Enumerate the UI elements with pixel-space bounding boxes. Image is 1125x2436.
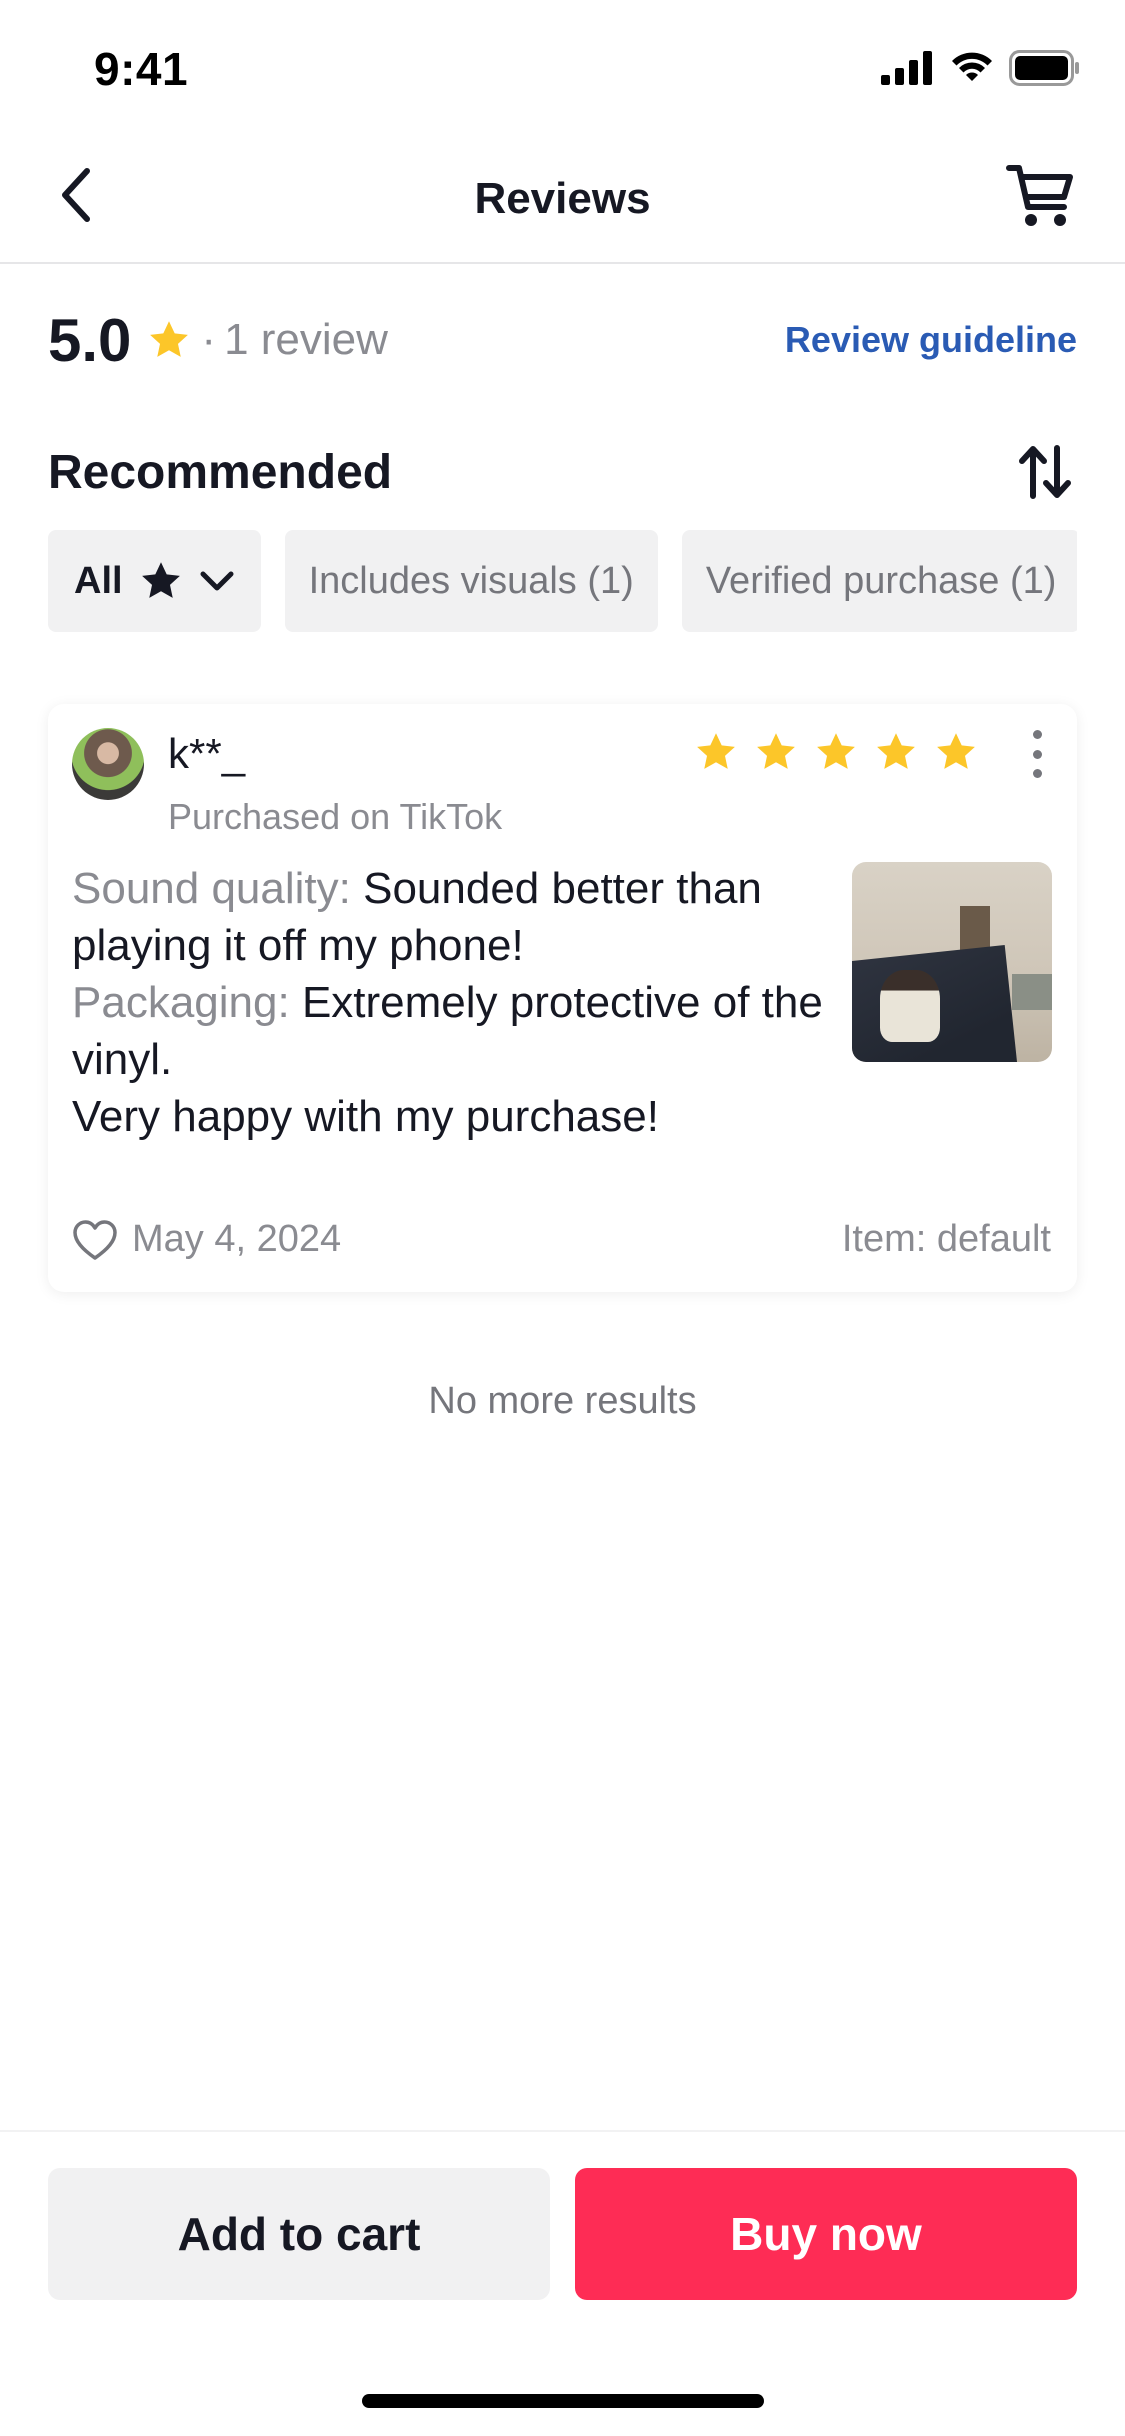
- review-card: k**_ Purchased on TikTok Sound quality: …: [48, 704, 1077, 1292]
- review-line-text: Very happy with my purchase!: [72, 1092, 659, 1141]
- sort-icon: [1019, 445, 1071, 499]
- sort-title: Recommended: [48, 445, 393, 499]
- no-more-results: No more results: [428, 1380, 697, 1422]
- review-line-label: Sound quality:: [72, 864, 351, 913]
- review-count: 1 review: [224, 315, 388, 364]
- filter-chip-label: All: [74, 559, 123, 602]
- reviewer-name: k**_: [168, 730, 246, 777]
- status-bar: 9:41: [0, 0, 1125, 130]
- page-title: Reviews: [474, 174, 651, 223]
- signal-icon: [881, 51, 932, 85]
- bottom-action-bar: Add to cart Buy now: [0, 2130, 1125, 2436]
- filter-chips: All Includes visuals (1) Verified purcha…: [48, 530, 1077, 632]
- more-options-button[interactable]: [1025, 730, 1049, 778]
- filter-chip-visuals[interactable]: Includes visuals (1): [284, 530, 658, 632]
- review-line: Packaging: Extremely protective of the v…: [72, 974, 832, 1088]
- cart-icon: [1006, 165, 1073, 226]
- chevron-down-icon: [200, 571, 234, 591]
- star-icon: [697, 733, 735, 769]
- home-indicator: [362, 2394, 764, 2408]
- review-line-label: Packaging:: [72, 978, 290, 1027]
- rating-summary: 5.0 · 1 review Review guideline: [48, 300, 1077, 380]
- filter-chip-verified[interactable]: Verified purchase (1): [681, 530, 1077, 632]
- review-variant: Item: default: [841, 1218, 1051, 1260]
- review-guideline-link[interactable]: Review guideline: [785, 319, 1077, 361]
- purchase-source: Purchased on TikTok: [168, 796, 503, 837]
- buy-now-button[interactable]: Buy now: [575, 2168, 1077, 2300]
- star-icon: [817, 733, 855, 769]
- sort-row: Recommended: [48, 440, 1077, 504]
- rating-score: 5.0: [48, 306, 132, 374]
- heart-icon: [73, 1219, 117, 1260]
- cart-button[interactable]: [1001, 158, 1081, 234]
- like-button[interactable]: May 4, 2024: [72, 1218, 341, 1261]
- review-rating: [694, 730, 978, 774]
- star-icon: [150, 321, 189, 357]
- review-line: Sound quality: Sounded better than playi…: [72, 860, 832, 974]
- review-text: Sound quality: Sounded better than playi…: [72, 860, 832, 1145]
- more-icon: [1032, 730, 1042, 739]
- filter-chip-all[interactable]: All: [48, 530, 261, 632]
- star-icon: [141, 562, 180, 598]
- avatar[interactable]: [72, 728, 144, 800]
- rating-separator: ·: [201, 315, 217, 364]
- star-icon: [757, 733, 795, 769]
- status-time: 9:41: [94, 43, 189, 95]
- wifi-icon: [952, 52, 992, 81]
- battery-icon: [1009, 50, 1079, 86]
- review-line: Very happy with my purchase!: [72, 1088, 832, 1145]
- nav-bar: Reviews: [0, 130, 1125, 264]
- star-icon: [937, 733, 975, 769]
- status-icons: [881, 48, 1081, 88]
- star-icon: [877, 733, 915, 769]
- review-date: May 4, 2024: [132, 1218, 342, 1260]
- sort-button[interactable]: [1013, 440, 1077, 504]
- review-photo[interactable]: [852, 862, 1052, 1062]
- add-to-cart-button[interactable]: Add to cart: [48, 2168, 550, 2300]
